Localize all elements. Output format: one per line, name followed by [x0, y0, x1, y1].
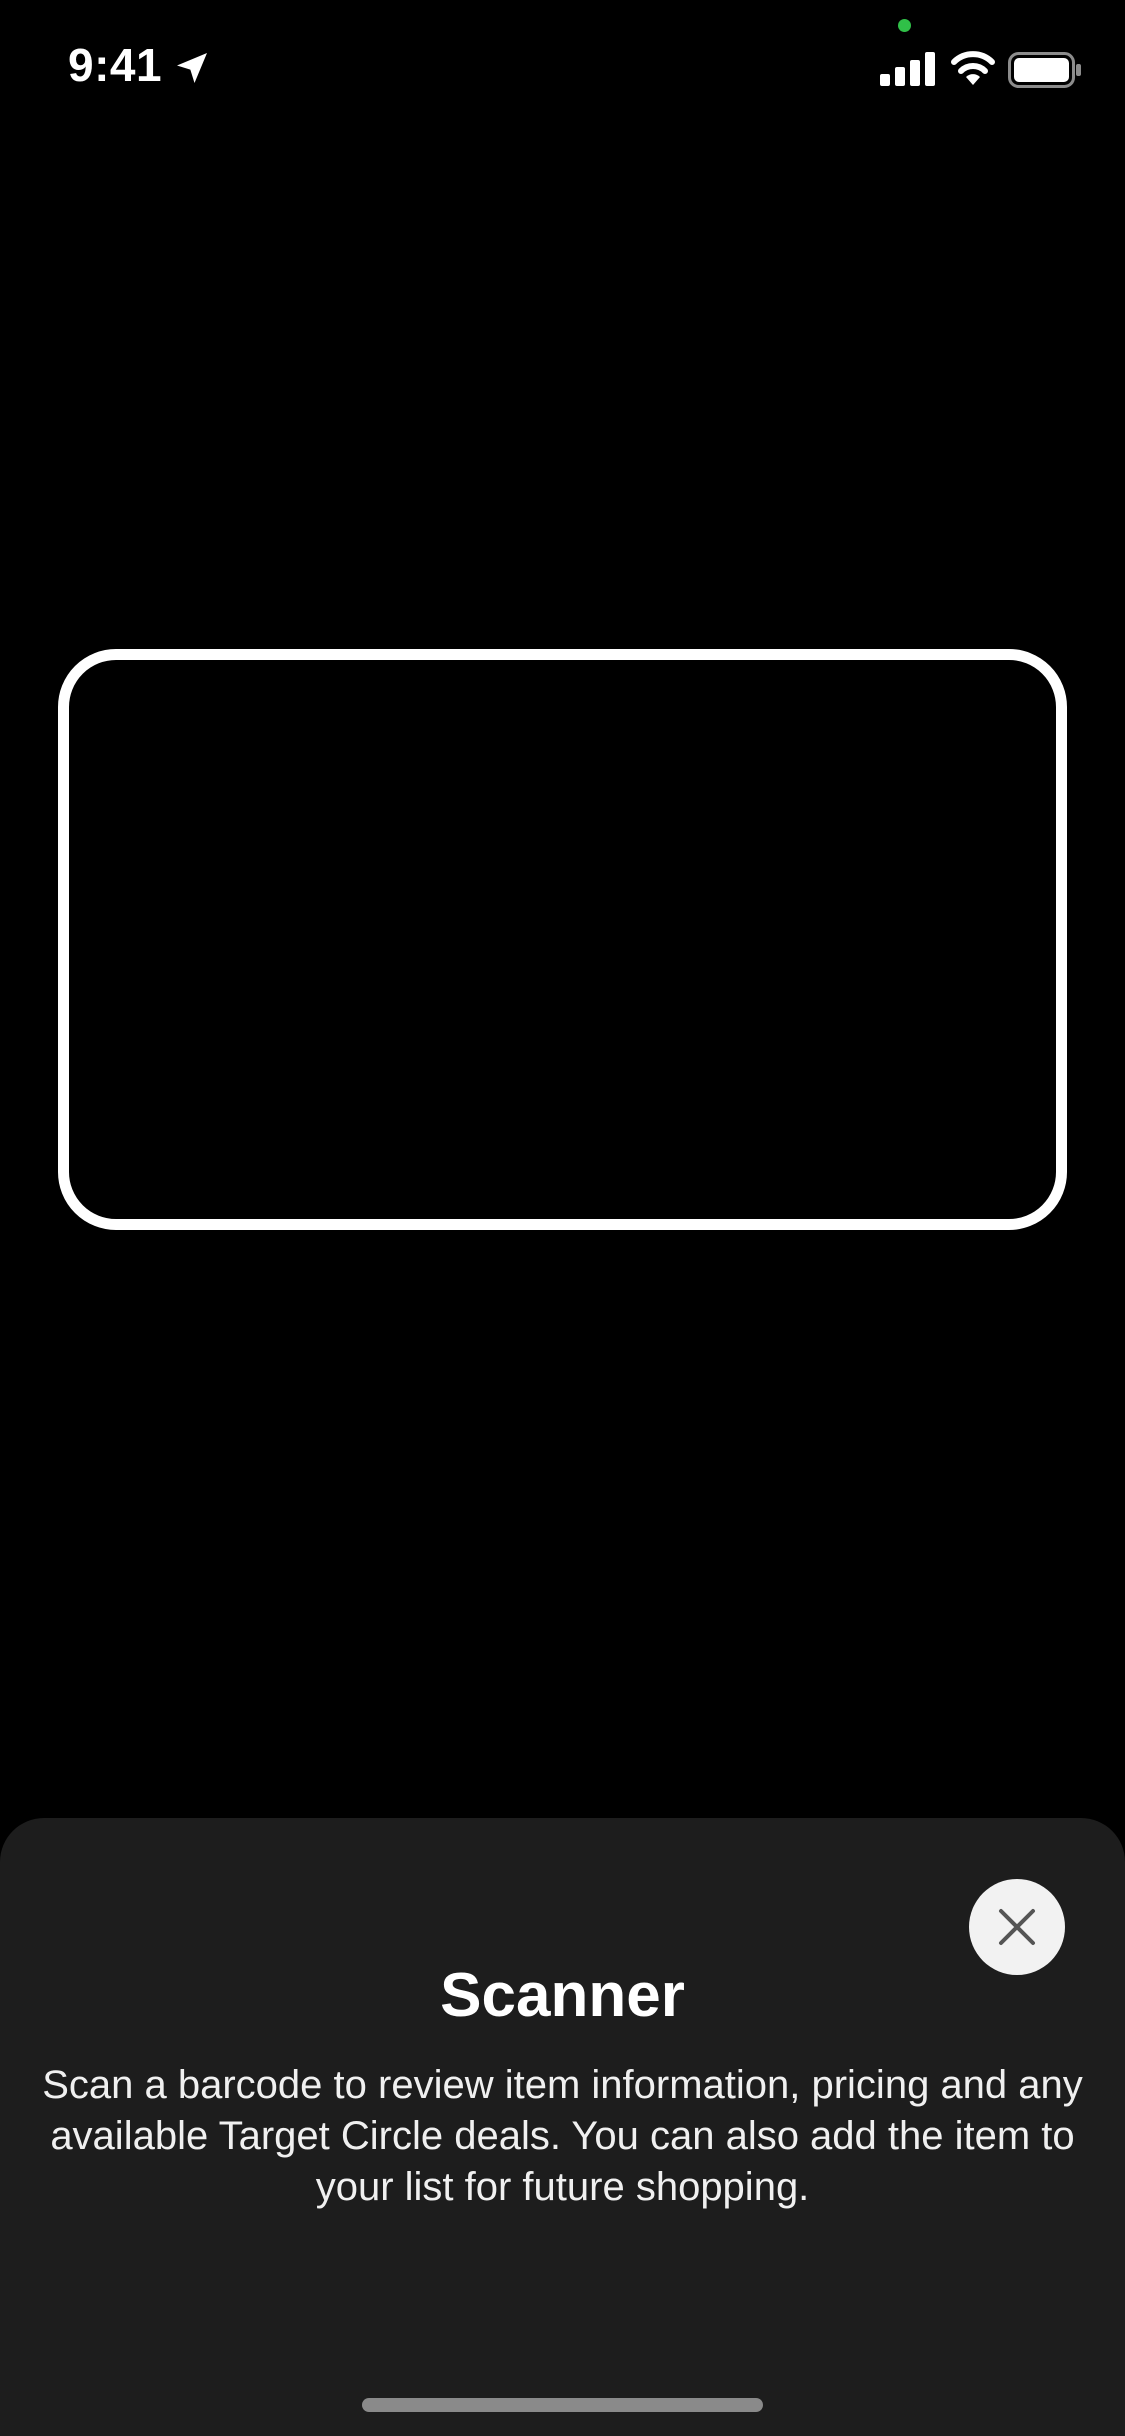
close-icon [999, 1909, 1035, 1945]
sheet-description: Scan a barcode to review item informatio… [42, 2063, 1083, 2209]
camera-indicator-dot [898, 19, 911, 32]
scan-frame [58, 649, 1067, 1230]
home-indicator[interactable] [362, 2398, 763, 2412]
status-bar: 9:41 [0, 0, 1125, 140]
status-time: 9:41 [68, 39, 163, 91]
battery-icon [1008, 52, 1081, 88]
sheet-title: Scanner [440, 1961, 685, 2030]
location-arrow-icon [177, 53, 207, 83]
wifi-icon [951, 51, 995, 85]
cellular-signal-icon [880, 52, 935, 86]
